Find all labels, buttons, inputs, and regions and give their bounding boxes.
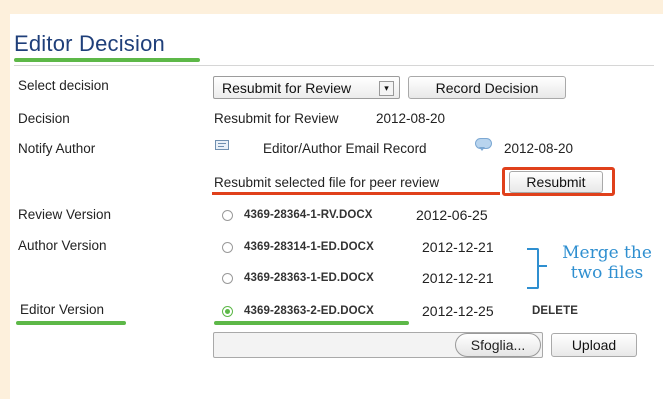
email-icon[interactable] [215,140,229,150]
upload-button[interactable]: Upload [551,333,637,357]
editor-version-radio[interactable] [222,306,233,317]
review-version-radio[interactable] [222,210,233,221]
page-title: Editor Decision [14,31,165,56]
author-version-radio[interactable] [222,242,233,253]
delete-link[interactable]: DELETE [532,305,578,317]
title-highlight [14,58,200,62]
resubmit-text: Resubmit selected file for peer review [214,175,440,190]
record-decision-button[interactable]: Record Decision [408,76,566,99]
comment-icon[interactable] [475,138,492,151]
resubmit-button[interactable]: Resubmit [509,171,603,193]
browse-button[interactable]: Sfoglia... [455,333,541,357]
author-version-date: 2012-12-21 [422,239,494,255]
merge-note-line2: two files [570,263,644,283]
editor-version-date: 2012-12-25 [422,303,494,319]
merge-bracket [527,248,539,289]
editor-version-file[interactable]: 4369-28363-2-ED.DOCX [244,305,374,317]
author-version-date: 2012-12-21 [422,270,494,286]
decision-date: 2012-08-20 [376,111,446,126]
notify-date: 2012-08-20 [504,141,574,156]
editor-version-label-highlight [16,321,126,325]
author-version-file[interactable]: 4369-28363-1-ED.DOCX [244,272,374,284]
decision-label: Decision [18,111,70,126]
merge-note: Merge the two files [552,243,662,283]
merge-bracket-tick [537,265,547,267]
email-record-link[interactable]: Editor/Author Email Record [263,141,427,156]
editor-version-label: Editor Version [20,302,105,317]
title-divider [14,65,654,66]
decision-select[interactable]: Resubmit for Review ▾ [213,76,400,99]
notify-author-label: Notify Author [18,141,96,156]
chevron-down-icon: ▾ [379,81,394,96]
author-version-radio[interactable] [222,273,233,284]
editor-version-file-highlight [214,321,409,325]
decision-select-value: Resubmit for Review [222,79,352,96]
merge-note-line1: Merge the [562,243,652,263]
review-version-label: Review Version [18,207,112,222]
select-decision-label: Select decision [18,78,109,93]
review-version-file[interactable]: 4369-28364-1-RV.DOCX [244,209,373,221]
review-version-date: 2012-06-25 [416,207,488,223]
resubmit-underline [212,192,500,195]
author-version-file[interactable]: 4369-28314-1-ED.DOCX [244,241,374,253]
author-version-label: Author Version [18,238,107,253]
decision-value: Resubmit for Review [214,111,339,126]
